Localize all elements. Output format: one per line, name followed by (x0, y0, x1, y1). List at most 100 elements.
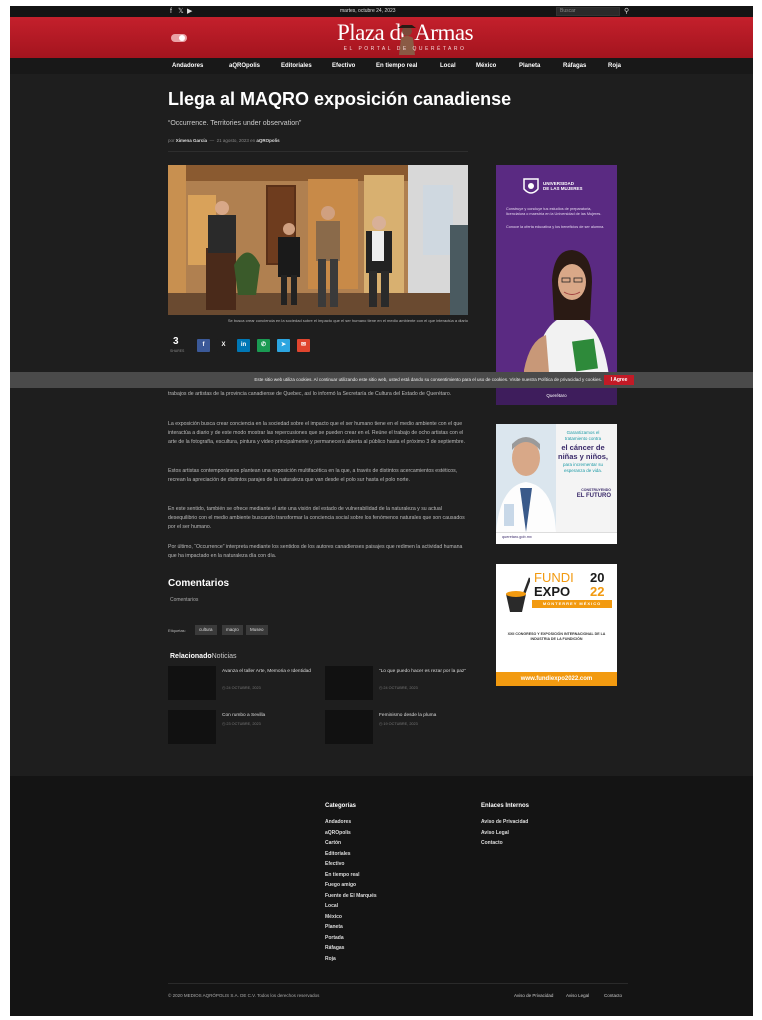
footer-category-link[interactable]: En tiempo real (325, 872, 359, 879)
university-logo-icon (523, 178, 539, 194)
footer-internal-link[interactable]: Aviso Legal (481, 830, 509, 837)
ad-expo-url: www.fundiexpo2022.com (520, 676, 593, 682)
byline-prefix: por (168, 138, 175, 143)
byline-separator: — (209, 138, 215, 143)
comments-link[interactable]: Comentarios (170, 597, 198, 603)
footer-category-link[interactable]: Planeta (325, 924, 343, 931)
nav-item-rafagas[interactable]: Ráfagas (563, 62, 586, 70)
footer-category-link[interactable]: Fuego amigo (325, 882, 356, 889)
footer-category-link[interactable]: Ráfagas (325, 945, 344, 952)
footer-internal-link[interactable]: Contacto (481, 840, 503, 847)
footer-category-link[interactable]: Local (325, 903, 338, 910)
nav-item-editoriales[interactable]: Editoriales (281, 62, 312, 70)
dark-mode-toggle[interactable] (171, 34, 187, 42)
related-heading: RelacionadoNoticias (170, 652, 237, 661)
youtube-icon[interactable]: ▶ (187, 7, 192, 16)
email-share-button[interactable]: ✉ (297, 339, 310, 352)
telegram-share-button[interactable]: ➤ (277, 339, 290, 352)
related-heading-a: Relacionado (170, 653, 212, 660)
ad-expo-expo: EXPO (534, 584, 571, 599)
ad-cancer-infantil[interactable]: Garantizamos el tratamiento contra el cá… (496, 424, 617, 544)
related-title[interactable]: Avanza el taller Arte, Memoria e Identid… (222, 668, 322, 675)
tag-link[interactable]: Museo (246, 625, 268, 635)
linkedin-share-button[interactable]: in (237, 339, 250, 352)
nav-item-roja[interactable]: Roja (608, 62, 621, 70)
photo-caption: Se busca crear conciencia en la sociedad… (227, 318, 468, 323)
telegram-icon: ➤ (280, 342, 287, 348)
page: f 𝕏 ▶ martes, octubre 24, 2023 Buscar ⚲ … (10, 6, 753, 1016)
ad-expo-fundi: FUNDI (534, 570, 574, 585)
article-paragraph: Estos artistas contemporáneos plantean u… (168, 468, 458, 483)
nav-item-en-tiempo-real[interactable]: En tiempo real (376, 62, 417, 70)
ad-expo-city: MONTERREY MÉXICO (542, 601, 602, 606)
cookie-accept-button[interactable]: I Agree (604, 375, 634, 385)
footer-category-link[interactable]: Fuente de El Marqués (325, 893, 377, 900)
ad-uni-footer: Querétaro (546, 393, 567, 398)
related-date: ◷ 19 OCTUBRE, 2023 (379, 722, 418, 726)
footer-bottom-link[interactable]: Aviso de Privacidad (514, 993, 553, 998)
related-thumbnail[interactable] (168, 710, 216, 744)
ad-cancer-line6: esperanza de vida. (563, 468, 603, 473)
related-title[interactable]: “Lo que puedo hacer es rezar por la paz” (379, 668, 479, 675)
related-date: ◷ 23 OCTUBRE, 2023 (222, 722, 261, 726)
author-link[interactable]: Ximena García (176, 138, 207, 143)
ad-universidad-de-las-mujeres[interactable]: UNIVERSIDAD DE LAS MUJERES Construye y c… (496, 165, 617, 405)
nav-item-efectivo[interactable]: Efectivo (332, 62, 355, 70)
ad-uni-line2: DE LAS MUJERES (543, 186, 583, 191)
footer-category-link[interactable]: aQROpolis (325, 830, 351, 837)
related-title[interactable]: Feminismo desde la pluma (379, 712, 479, 719)
email-icon: ✉ (300, 342, 307, 348)
footer-links-heading: Enlaces Internos (481, 803, 530, 809)
x-share-button[interactable]: X (217, 339, 230, 352)
x-icon[interactable]: 𝕏 (178, 7, 184, 16)
footer-category-link[interactable]: Cartón (325, 840, 341, 847)
related-thumbnail[interactable] (325, 666, 373, 700)
footer-category-link[interactable]: México (325, 914, 342, 921)
footer-category-link[interactable]: Efectivo (325, 861, 344, 868)
search-icon[interactable]: ⚲ (624, 7, 629, 16)
tag-link[interactable]: cultura (195, 625, 217, 635)
ad-cancer-line2: tratamiento contra (564, 436, 602, 441)
related-title[interactable]: Con rumbo a Sevilla (222, 712, 322, 719)
nav-item-mexico[interactable]: México (476, 62, 496, 70)
article-photo (168, 165, 468, 315)
ad-expo-year-a: 20 (590, 570, 605, 585)
tags-label: Etiquetas: (168, 628, 186, 633)
tag-link[interactable]: maqro (222, 625, 243, 635)
article-subtitle: “Occurrence. Territories under observati… (168, 120, 302, 127)
category-link[interactable]: aQROpolis (256, 138, 279, 143)
facebook-share-button[interactable]: f (197, 339, 210, 352)
related-date: ◷ 24 OCTUBRE, 2023 (222, 686, 261, 690)
footer-category-link[interactable]: Andadores (325, 819, 351, 826)
nav-item-andadores[interactable]: Andadores (172, 62, 203, 70)
article-paragraph: En este sentido, también se ofrece media… (168, 506, 465, 530)
nav-item-aqropolis[interactable]: aQROpolis (229, 62, 260, 70)
related-thumbnail[interactable] (168, 666, 216, 700)
related-thumbnail[interactable] (325, 710, 373, 744)
ad-expo-year-b: 22 (590, 584, 605, 599)
footer-divider (168, 983, 628, 984)
article-paragraph: Por último, “Occurrence” interpreta medi… (168, 544, 463, 559)
nav-item-planeta[interactable]: Planeta (519, 62, 540, 70)
article-date: 21 agosto, 2023 (216, 138, 249, 143)
footer-category-link[interactable]: Portada (325, 935, 344, 942)
cookie-text: Este sitio web utiliza cookies. Al conti… (254, 377, 602, 382)
footer-internal-link[interactable]: Aviso de Privacidad (481, 819, 528, 826)
site-logo[interactable]: Plaza de Armas EL PORTAL DE QUERÉTARO (320, 19, 490, 57)
article-title: Llega al MAQRO exposición canadiense (168, 89, 512, 109)
search-input[interactable]: Buscar (556, 7, 620, 16)
whatsapp-share-button[interactable]: ✆ (257, 339, 270, 352)
nav-item-local[interactable]: Local (440, 62, 456, 70)
article-paragraph: trabajos de artistas de la provincia can… (168, 391, 452, 397)
facebook-icon[interactable]: f (170, 7, 172, 16)
site-header: Plaza de Armas EL PORTAL DE QUERÉTARO (10, 17, 753, 58)
ad-cancer-url: queretaro.gob.mx (502, 535, 532, 539)
footer-category-link[interactable]: Roja (325, 956, 336, 963)
footer-category-link[interactable]: Editoriales (325, 851, 351, 858)
ad-fundiexpo[interactable]: FUNDI 20 EXPO 22 MONTERREY MÉXICO XXII C… (496, 564, 617, 686)
footer-bottom-link[interactable]: Aviso Legal (566, 993, 589, 998)
site-footer: Categorías Enlaces Internos Andadores aQ… (10, 776, 753, 1016)
divider (168, 151, 468, 152)
footer-bottom-link[interactable]: Contacto (604, 993, 622, 998)
ad-cancer-line4: niñas y niños, (557, 452, 608, 461)
